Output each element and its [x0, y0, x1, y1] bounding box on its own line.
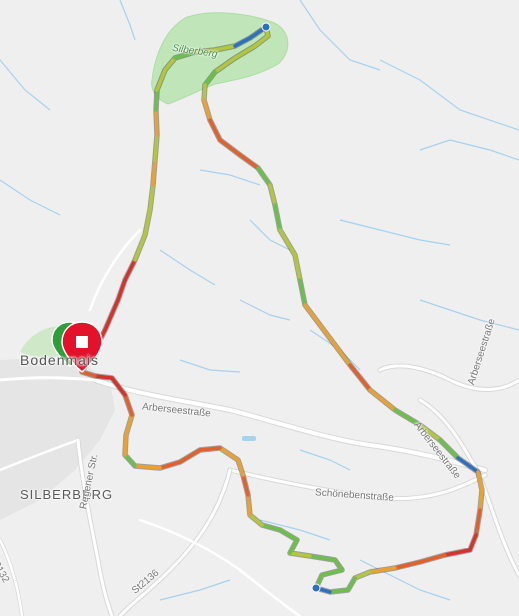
track-segment	[328, 588, 350, 594]
track-segment	[478, 488, 484, 512]
track-segment	[268, 183, 277, 207]
track-south-point	[311, 583, 321, 593]
track-segment	[123, 258, 137, 282]
track-outline	[79, 24, 485, 595]
track-segment	[151, 158, 157, 187]
track-segment	[348, 363, 372, 392]
water-stream	[179, 359, 241, 373]
water-stream	[299, 0, 381, 71]
track-segment	[218, 138, 242, 157]
district-label: SILBERBERG	[20, 487, 114, 502]
water-stream	[419, 139, 519, 161]
track-segment	[278, 528, 299, 542]
track-segment	[93, 374, 114, 380]
track-segment	[238, 153, 260, 170]
track-segment	[153, 133, 159, 162]
water-stream	[339, 219, 451, 246]
water-pond	[242, 436, 256, 441]
track-segment	[474, 508, 482, 537]
track-segment	[241, 473, 250, 497]
track-segment	[303, 303, 322, 327]
track-segment	[133, 464, 162, 470]
track-segment	[298, 278, 307, 307]
map-canvas[interactable]	[0, 0, 519, 616]
water-stream	[419, 299, 519, 331]
water-stream	[379, 59, 519, 131]
water-stream	[0, 59, 51, 111]
track-segment	[308, 554, 337, 562]
town-label: Bodenmais	[20, 352, 100, 368]
track-segment	[103, 298, 120, 332]
track-segment	[368, 388, 397, 412]
water-stream	[159, 579, 231, 601]
track-segment	[293, 253, 302, 282]
track-segment	[333, 343, 352, 367]
track-segment	[133, 233, 147, 262]
track-segment	[320, 568, 344, 577]
road-south	[138, 518, 302, 616]
track-segment	[256, 166, 272, 187]
track-segment	[208, 118, 222, 142]
track-segment	[246, 493, 252, 517]
track-segment	[143, 208, 152, 237]
track-segment	[278, 228, 297, 257]
track-segment	[123, 433, 128, 457]
track-segment	[154, 88, 159, 112]
water-stream	[239, 299, 291, 321]
map-view[interactable]: Silberberg Bodenmais SILBERBERG Arbersee…	[0, 0, 519, 616]
track-segment	[198, 446, 222, 452]
gps-track	[79, 24, 485, 595]
track-segment	[368, 566, 397, 574]
road-arberseestrasse-north	[377, 363, 519, 392]
water-stream	[119, 0, 136, 41]
water-stream	[199, 169, 261, 186]
track-segment	[273, 203, 282, 232]
water-stream	[299, 449, 351, 471]
track-segment	[202, 83, 207, 102]
track-segment	[260, 523, 282, 532]
track-segment	[178, 448, 202, 464]
track-segment	[154, 108, 159, 137]
track-summit-point	[261, 22, 271, 32]
water-stream	[159, 249, 216, 286]
track-segment	[218, 446, 240, 462]
track-segment	[443, 548, 472, 557]
water-stream	[0, 179, 61, 216]
water-streams	[0, 0, 519, 601]
